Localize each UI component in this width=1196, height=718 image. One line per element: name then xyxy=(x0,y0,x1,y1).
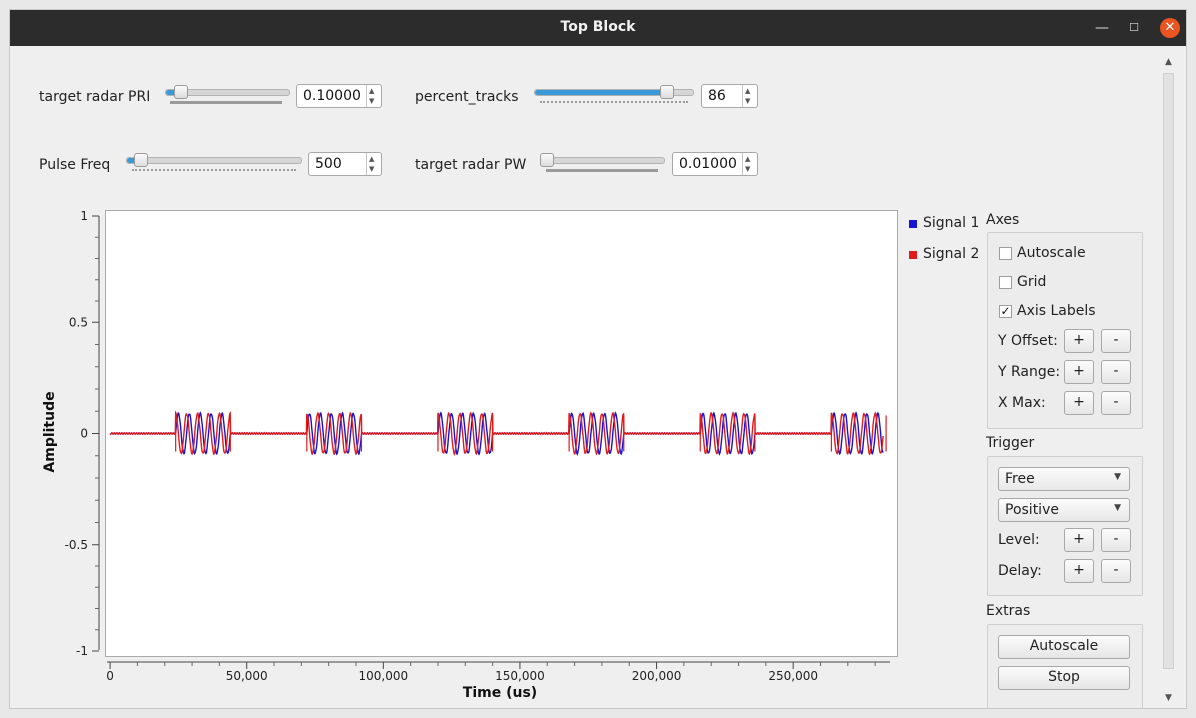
extras-group-title: Extras xyxy=(986,603,1031,619)
scroll-up-icon[interactable]: ▲ xyxy=(1165,57,1172,67)
y-range-plus-button[interactable]: + xyxy=(1064,360,1094,384)
stop-button[interactable]: Stop xyxy=(998,666,1130,690)
x-tick-label: 0 xyxy=(106,669,114,683)
axis-labels-label: Axis Labels xyxy=(1017,303,1096,319)
x-tick-label: 200,000 xyxy=(632,669,682,683)
trigger-mode-select[interactable]: Free ▼ xyxy=(998,467,1130,491)
y-offset-label: Y Offset: xyxy=(998,333,1058,349)
series-2-line xyxy=(109,410,884,456)
signal-1-legend[interactable]: Signal 1 xyxy=(923,215,979,231)
y-range-minus-button[interactable]: - xyxy=(1101,360,1131,384)
trigger-slope-select[interactable]: Positive ▼ xyxy=(998,498,1130,522)
y-tick-label: 0.5 xyxy=(69,315,88,329)
autoscale-label: Autoscale xyxy=(1017,245,1086,261)
trigger-level-minus-button[interactable]: - xyxy=(1101,528,1131,552)
y-offset-minus-button[interactable]: - xyxy=(1101,329,1131,353)
grid-label: Grid xyxy=(1017,274,1047,290)
extras-autoscale-button[interactable]: Autoscale xyxy=(998,635,1130,659)
y-tick-label: 1 xyxy=(80,209,88,223)
trigger-mode-value: Free xyxy=(1005,471,1035,487)
y-tick-label: -1 xyxy=(76,644,88,658)
x-max-plus-button[interactable]: + xyxy=(1064,391,1094,415)
y-axis-title: Amplitude xyxy=(42,391,58,472)
x-tick-label: 100,000 xyxy=(359,669,409,683)
signal-2-swatch xyxy=(909,251,917,259)
grid-checkbox[interactable] xyxy=(999,276,1012,289)
autoscale-checkbox[interactable] xyxy=(999,247,1012,260)
x-tick-label: 250,000 xyxy=(768,669,818,683)
signal-2-legend[interactable]: Signal 2 xyxy=(923,246,979,262)
trigger-group-title: Trigger xyxy=(986,435,1035,451)
axis-labels-checkbox[interactable]: ✓ xyxy=(999,305,1012,318)
chevron-down-icon: ▼ xyxy=(1114,472,1121,482)
x-tick-label: 150,000 xyxy=(495,669,545,683)
signal-1-swatch xyxy=(909,220,917,228)
chevron-down-icon: ▼ xyxy=(1114,503,1121,513)
y-range-label: Y Range: xyxy=(998,364,1061,380)
scrollbar-thumb[interactable] xyxy=(1163,73,1174,669)
app-window: Top Block — ☐ ✕ target radar PRI 0.10000… xyxy=(9,9,1187,709)
x-tick-label: 50,000 xyxy=(226,669,268,683)
x-max-minus-button[interactable]: - xyxy=(1101,391,1131,415)
trigger-slope-value: Positive xyxy=(1005,502,1059,518)
axes-group-title: Axes xyxy=(986,212,1020,228)
trigger-delay-plus-button[interactable]: + xyxy=(1064,559,1094,583)
x-axis-title: Time (us) xyxy=(463,685,537,701)
x-max-label: X Max: xyxy=(998,395,1046,411)
trigger-delay-minus-button[interactable]: - xyxy=(1101,559,1131,583)
vertical-scrollbar[interactable]: ▲ ▼ xyxy=(1162,55,1176,707)
scroll-down-icon[interactable]: ▼ xyxy=(1165,693,1172,703)
trigger-level-plus-button[interactable]: + xyxy=(1064,528,1094,552)
y-offset-plus-button[interactable]: + xyxy=(1064,329,1094,353)
y-tick-label: -0.5 xyxy=(65,538,88,552)
y-tick-label: 0 xyxy=(80,427,88,441)
trigger-delay-label: Delay: xyxy=(998,563,1042,579)
trigger-level-label: Level: xyxy=(998,532,1040,548)
